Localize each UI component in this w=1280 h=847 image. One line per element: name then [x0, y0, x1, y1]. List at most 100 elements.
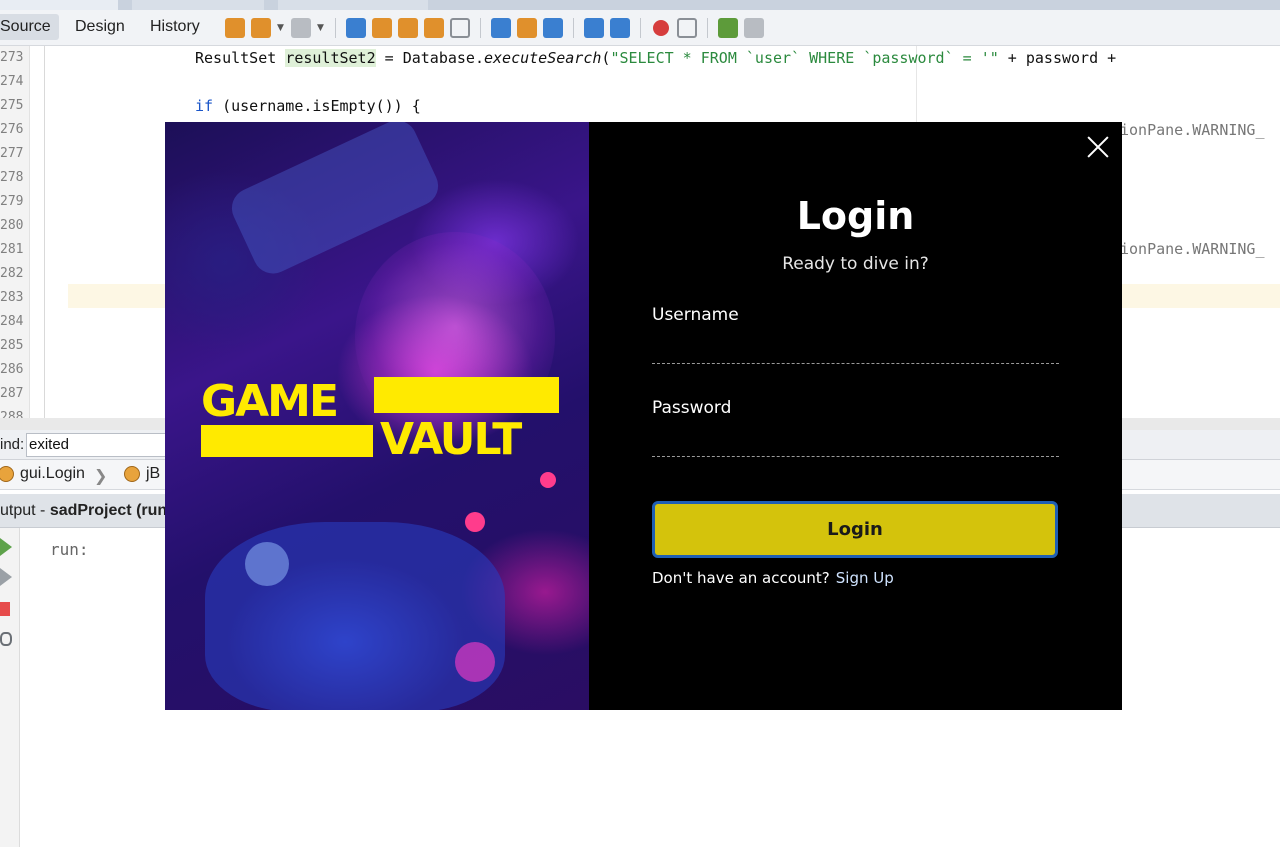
toggle-highlight-icon[interactable]: [424, 18, 444, 38]
code-token: + password +: [998, 49, 1117, 67]
breadcrumb-label: jB: [146, 465, 161, 482]
find-previous-icon[interactable]: [372, 18, 392, 38]
tab-history[interactable]: History: [142, 14, 208, 40]
breadcrumb-item-member[interactable]: jB: [124, 465, 160, 483]
line-number: 275: [0, 98, 24, 113]
decor-dot: [465, 512, 485, 532]
chevron-right-icon: ❯: [94, 466, 108, 485]
editor-tab[interactable]: [132, 0, 264, 10]
code-token: (username.isEmpty()) {: [213, 97, 421, 115]
forward-dropdown-icon[interactable]: ▼: [317, 18, 325, 38]
username-input[interactable]: [652, 336, 1059, 364]
logo-word-vault: VAULT: [380, 414, 522, 465]
code-token-variable: resultSet2: [285, 49, 376, 67]
editor-tab[interactable]: [278, 0, 428, 10]
output-project-name: sadProject (run: [49, 502, 168, 519]
fold-guide: [44, 46, 45, 418]
find-input[interactable]: exited: [26, 433, 176, 457]
line-number: 287: [0, 386, 24, 401]
code-token: ResultSet: [195, 49, 286, 67]
login-button[interactable]: Login: [652, 501, 1058, 558]
password-label: Password: [652, 398, 732, 418]
tab-source[interactable]: Source: [0, 14, 59, 40]
back-dropdown-icon[interactable]: ▼: [277, 18, 285, 38]
output-text: run:: [50, 540, 89, 559]
username-label: Username: [652, 305, 739, 325]
code-line-273: ResultSet resultSet2 = Database.executeS…: [195, 49, 1116, 67]
line-number-gutter: 273 274 275 276 277 278 279 280 281 282 …: [0, 46, 30, 425]
class-icon: [0, 466, 14, 482]
decor-dot: [540, 472, 556, 488]
line-number: 283: [0, 290, 24, 305]
line-number: 280: [0, 218, 24, 233]
toolbar-separator: [573, 18, 574, 38]
shift-left-icon[interactable]: [584, 18, 604, 38]
line-number: 274: [0, 74, 24, 89]
line-number: 282: [0, 266, 24, 281]
find-icon[interactable]: [346, 18, 366, 38]
code-token-method: executeSearch: [484, 49, 602, 67]
back-icon[interactable]: [251, 18, 271, 38]
toolbar-separator: [707, 18, 708, 38]
password-input[interactable]: [652, 429, 1059, 457]
logo-bar: [201, 425, 373, 457]
line-number: 276: [0, 122, 24, 137]
line-number: 278: [0, 170, 24, 185]
start-macro-icon[interactable]: [653, 20, 669, 36]
code-line-275: if (username.isEmpty()) {: [195, 97, 421, 115]
editor-tab[interactable]: [0, 0, 118, 10]
breadcrumb-label: gui.Login: [20, 465, 85, 482]
logo-word-game: GAME: [201, 376, 339, 427]
line-number: 285: [0, 338, 24, 353]
breadcrumb-item-class[interactable]: gui.Login: [0, 465, 85, 483]
output-actions-gutter: [0, 528, 20, 847]
toggle-bookmark-icon[interactable]: [543, 18, 563, 38]
signup-row: Don't have an account? Sign Up: [652, 569, 894, 587]
login-dialog: GAME VAULT Login Ready to dive in? Usern…: [165, 122, 1122, 710]
editor-tab-strip: [0, 0, 1280, 10]
code-fragment: ionPane.WARNING_: [1120, 121, 1265, 139]
member-icon: [124, 466, 140, 482]
code-token: = Database.: [375, 49, 484, 67]
line-number: 279: [0, 194, 24, 209]
output-title-prefix: utput -: [0, 502, 50, 519]
code-token-string: "SELECT * FROM `user` WHERE `password` =…: [610, 49, 999, 67]
code-token-keyword: if: [195, 97, 214, 115]
login-title: Login: [796, 194, 915, 238]
toolbar-separator: [480, 18, 481, 38]
line-number: 273: [0, 50, 24, 65]
last-edit-icon[interactable]: [225, 18, 245, 38]
line-number: 281: [0, 242, 24, 257]
shift-right-icon[interactable]: [610, 18, 630, 38]
find-next-icon[interactable]: [398, 18, 418, 38]
find-label: ind:: [0, 436, 25, 453]
rerun-icon[interactable]: [0, 538, 12, 556]
line-number: 284: [0, 314, 24, 329]
stop-icon[interactable]: [0, 602, 10, 616]
output-panel-title[interactable]: utput - sadProject (run: [0, 502, 167, 520]
gaming-artwork: GAME VAULT: [165, 122, 589, 710]
code-fragment: ionPane.WARNING_: [1120, 240, 1265, 258]
uncomment-icon[interactable]: [744, 18, 764, 38]
toolbar-separator: [335, 18, 336, 38]
login-subtitle: Ready to dive in?: [782, 254, 929, 274]
tab-design[interactable]: Design: [67, 14, 133, 40]
signup-prompt: Don't have an account?: [652, 569, 830, 587]
line-number: 277: [0, 146, 24, 161]
toolbar-separator: [640, 18, 641, 38]
signup-link[interactable]: Sign Up: [836, 569, 894, 587]
toolbar-icons: ▼ ▼: [222, 16, 767, 40]
previous-bookmark-icon[interactable]: [491, 18, 511, 38]
screen: Source Design History ▼ ▼ 273 274 275 27…: [0, 0, 1280, 847]
close-icon[interactable]: [1085, 134, 1111, 160]
comment-icon[interactable]: [718, 18, 738, 38]
settings-icon[interactable]: [0, 632, 12, 646]
next-bookmark-icon[interactable]: [517, 18, 537, 38]
logo-bar: [374, 377, 559, 413]
rectangular-selection-icon[interactable]: [450, 18, 470, 38]
thumbstick-image: [245, 542, 289, 586]
rerun-with-params-icon[interactable]: [0, 568, 12, 586]
forward-icon[interactable]: [291, 18, 311, 38]
stop-macro-icon[interactable]: [677, 18, 697, 38]
editor-toolbar: Source Design History ▼ ▼: [0, 10, 1280, 46]
